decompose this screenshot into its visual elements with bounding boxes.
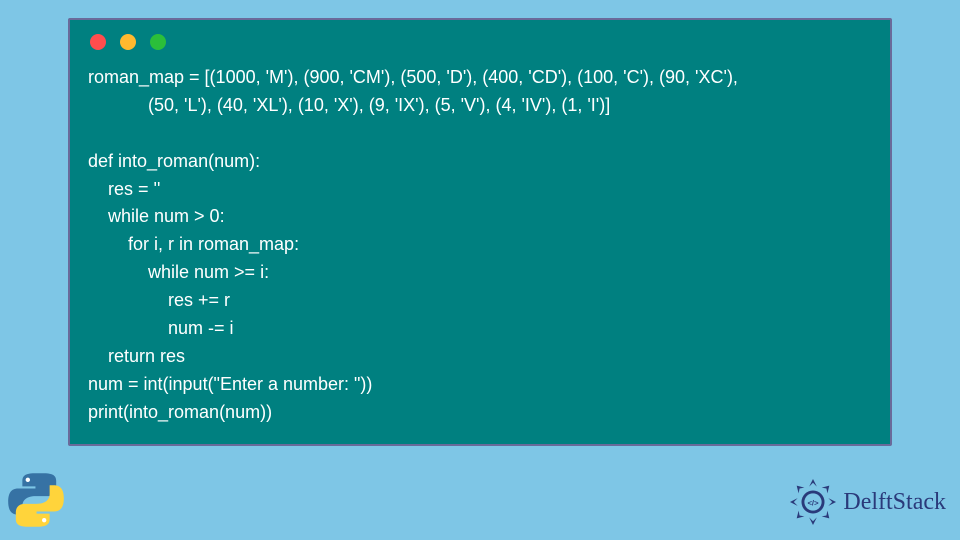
code-window: roman_map = [(1000, 'M'), (900, 'CM'), (… <box>68 18 892 446</box>
minimize-dot-icon <box>120 34 136 50</box>
code-block: roman_map = [(1000, 'M'), (900, 'CM'), (… <box>88 64 872 427</box>
delftstack-brand-text: DelftStack <box>843 489 946 516</box>
window-controls <box>88 34 872 50</box>
python-logo-icon <box>6 470 66 530</box>
close-dot-icon <box>90 34 106 50</box>
delftstack-logo: </> DelftStack <box>789 478 946 526</box>
delftstack-emblem-icon: </> <box>789 478 837 526</box>
svg-text:</>: </> <box>808 498 820 507</box>
maximize-dot-icon <box>150 34 166 50</box>
